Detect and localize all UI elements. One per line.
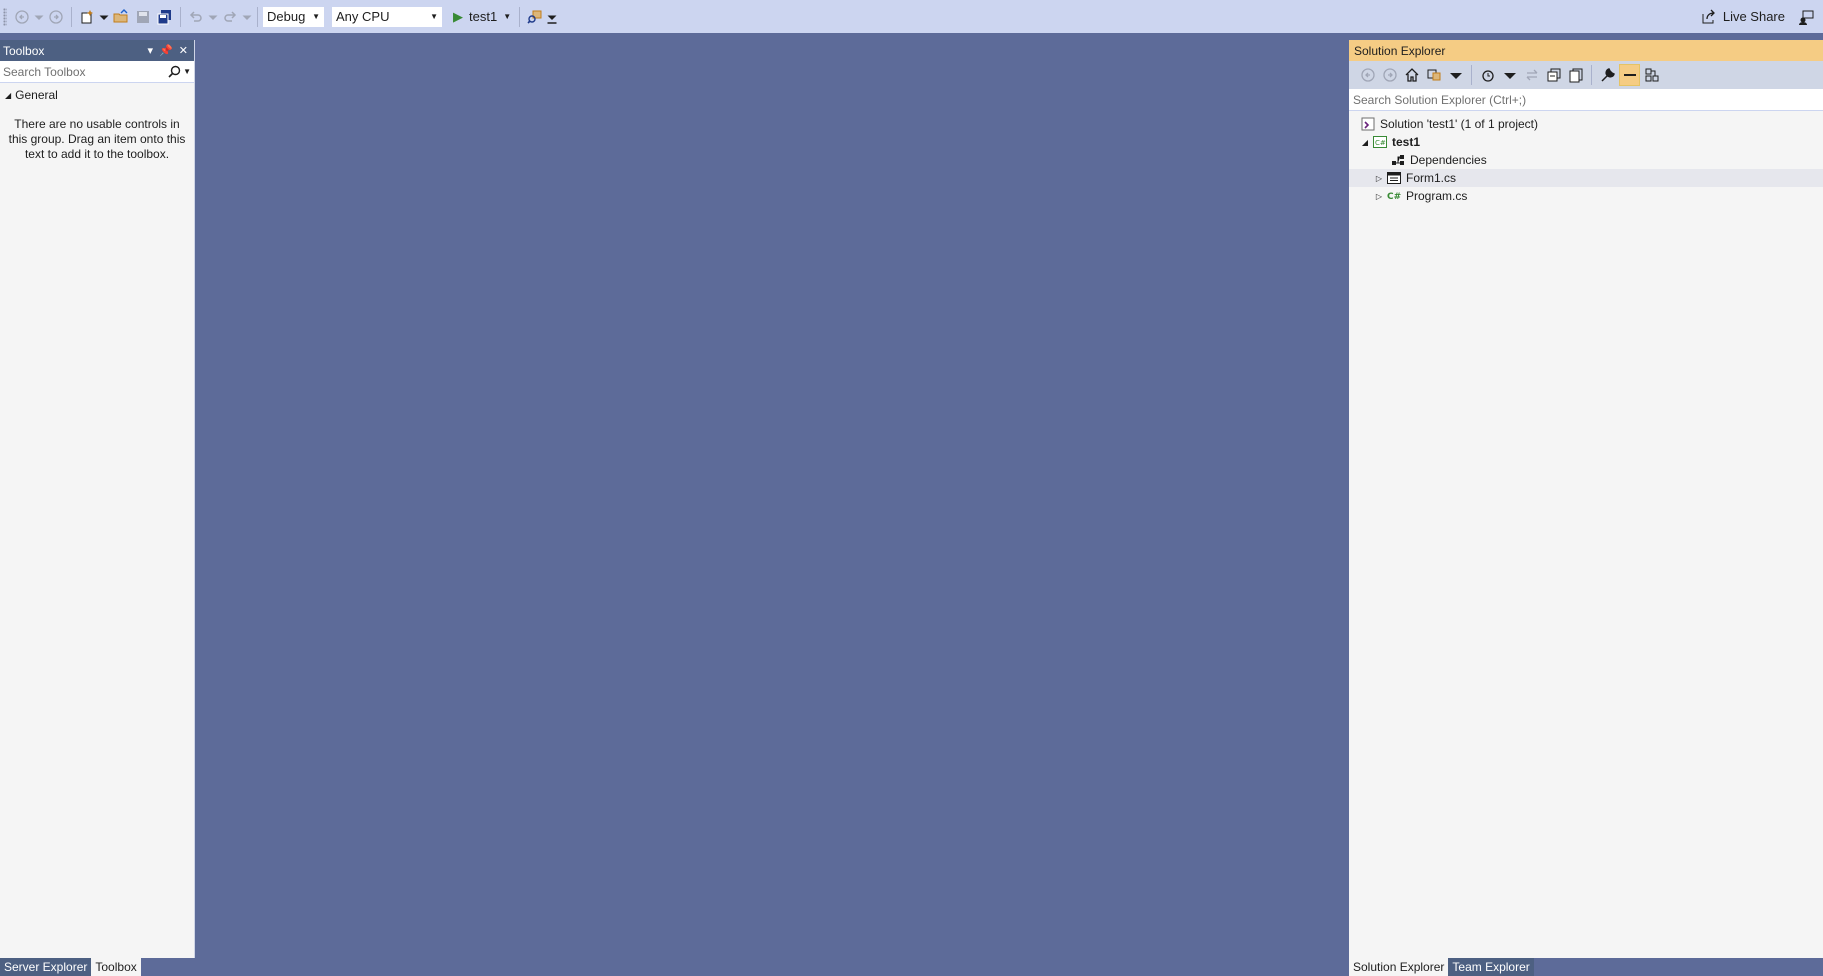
back-icon[interactable] (1357, 64, 1378, 86)
platform-select[interactable]: Any CPU ▼ (331, 5, 443, 28)
toolbar-separator (519, 6, 521, 27)
pin-icon[interactable]: 📌 (159, 44, 173, 57)
tree-item-label: Dependencies (1410, 153, 1487, 167)
redo-icon[interactable] (219, 6, 241, 28)
chevron-down-icon[interactable]: ▼ (183, 67, 191, 76)
platform-value: Any CPU (336, 9, 390, 24)
forward-icon[interactable] (1379, 64, 1400, 86)
chevron-down-icon: ▼ (430, 12, 438, 21)
save-icon[interactable] (132, 6, 154, 28)
share-icon (1702, 9, 1715, 23)
close-icon[interactable]: ✕ (179, 44, 188, 57)
dependencies-icon (1390, 153, 1406, 167)
toolbox-panel: Toolbox ▾ 📌 ✕ Search Toolbox ▼ ◢ General… (0, 40, 195, 958)
toolbar-separator (71, 6, 72, 27)
tree-item-program[interactable]: ▷ C# Program.cs (1349, 187, 1823, 205)
toolbox-empty-message: There are no usable controls in this gro… (8, 117, 186, 161)
right-dock-tabs: Solution Explorer Team Explorer (1349, 958, 1534, 976)
window-position-icon[interactable]: ▾ (148, 44, 154, 57)
toolbar-separator (180, 6, 181, 27)
start-target-label: test1 (469, 9, 498, 24)
expand-icon[interactable]: ▷ (1372, 192, 1386, 201)
preview-selected-items-icon[interactable] (1619, 64, 1640, 86)
show-all-files-icon[interactable] (1565, 64, 1586, 86)
search-placeholder: Search Solution Explorer (Ctrl+;) (1353, 92, 1527, 107)
pending-changes-filter-icon[interactable] (1477, 64, 1498, 86)
navigate-back-icon[interactable] (11, 6, 33, 28)
toolbar-options-icon[interactable] (546, 6, 558, 28)
redo-dropdown-icon[interactable] (241, 6, 253, 28)
feedback-icon[interactable] (1795, 6, 1817, 28)
sync-active-document-icon[interactable] (1521, 64, 1542, 86)
tab-team-explorer[interactable]: Team Explorer (1448, 958, 1534, 976)
home-icon[interactable] (1401, 64, 1422, 86)
properties-icon[interactable] (1597, 64, 1618, 86)
solution-tree: Solution 'test1' (1 of 1 project) ◢ C# t… (1349, 111, 1823, 205)
filter-dropdown-icon[interactable] (1499, 64, 1520, 86)
toolbar-separator (1591, 65, 1592, 85)
switch-views-icon[interactable] (1423, 64, 1444, 86)
chevron-down-icon[interactable]: ▼ (503, 12, 511, 21)
tree-item-label: Form1.cs (1406, 171, 1457, 185)
toolbox-title-bar[interactable]: Toolbox ▾ 📌 ✕ (0, 40, 194, 61)
toolbox-group-general[interactable]: ◢ General (0, 85, 194, 105)
search-placeholder: Search Toolbox (3, 64, 86, 79)
tree-item-label: Solution 'test1' (1 of 1 project) (1380, 117, 1538, 131)
csharp-file-icon: C# (1386, 189, 1402, 203)
panel-title: Solution Explorer (1354, 43, 1446, 58)
group-label: General (15, 88, 58, 102)
solution-explorer-toolbar (1349, 61, 1823, 89)
form-icon (1386, 171, 1402, 185)
configuration-value: Debug (267, 9, 306, 24)
tab-solution-explorer[interactable]: Solution Explorer (1349, 958, 1449, 976)
class-diagram-icon[interactable] (1641, 64, 1662, 86)
solution-explorer-title-bar[interactable]: Solution Explorer (1349, 40, 1823, 61)
tree-item-form1[interactable]: ▷ Form1.cs (1349, 169, 1823, 187)
collapse-icon[interactable]: ◢ (1358, 138, 1372, 147)
chevron-down-icon: ▼ (312, 12, 320, 21)
undo-icon[interactable] (185, 6, 207, 28)
navigate-forward-icon[interactable] (45, 6, 67, 28)
tab-server-explorer[interactable]: Server Explorer (0, 958, 92, 976)
left-dock-tabs: Server Explorer Toolbox (0, 958, 141, 976)
undo-dropdown-icon[interactable] (207, 6, 219, 28)
search-icon[interactable] (168, 65, 181, 78)
svg-text:C#: C# (1387, 192, 1401, 202)
solution-explorer-search-input[interactable]: Search Solution Explorer (Ctrl+;) (1349, 89, 1823, 111)
solution-explorer-panel: Solution Explorer Search Solution Explor… (1349, 40, 1823, 958)
new-project-dropdown-icon[interactable] (98, 6, 110, 28)
tree-item-label: test1 (1392, 135, 1421, 149)
tree-item-dependencies[interactable]: Dependencies (1349, 151, 1823, 169)
toolbar-separator (257, 6, 258, 27)
configuration-select[interactable]: Debug ▼ (262, 5, 325, 28)
csharp-project-icon: C# (1372, 135, 1388, 149)
save-all-icon[interactable] (154, 6, 176, 28)
expand-icon[interactable]: ▷ (1372, 174, 1386, 183)
tab-toolbox[interactable]: Toolbox (91, 958, 141, 976)
tree-item-project[interactable]: ◢ C# test1 (1349, 133, 1823, 151)
start-debugging-button[interactable]: ▶ test1 ▼ (449, 6, 515, 28)
svg-text:C#: C# (1375, 139, 1386, 147)
panel-title: Toolbox (3, 43, 45, 58)
tree-item-label: Program.cs (1406, 189, 1468, 203)
open-file-icon[interactable] (110, 6, 132, 28)
find-in-files-icon[interactable] (524, 6, 546, 28)
play-icon: ▶ (453, 8, 463, 24)
tree-item-solution[interactable]: Solution 'test1' (1 of 1 project) (1349, 115, 1823, 133)
switch-views-dropdown-icon[interactable] (1445, 64, 1466, 86)
collapse-icon[interactable]: ◢ (5, 91, 11, 100)
toolbar-grip[interactable] (3, 7, 7, 26)
new-project-icon[interactable] (76, 6, 98, 28)
live-share-button[interactable]: Live Share (1701, 0, 1785, 33)
live-share-label: Live Share (1722, 9, 1785, 24)
solution-icon (1360, 117, 1376, 131)
toolbar-separator (1471, 65, 1472, 85)
toolbox-search-input[interactable]: Search Toolbox ▼ (0, 61, 194, 83)
main-toolbar: Debug ▼ Any CPU ▼ ▶ test1 ▼ Live Share (0, 0, 1823, 33)
navigate-back-dropdown-icon[interactable] (33, 6, 45, 28)
collapse-all-icon[interactable] (1543, 64, 1564, 86)
